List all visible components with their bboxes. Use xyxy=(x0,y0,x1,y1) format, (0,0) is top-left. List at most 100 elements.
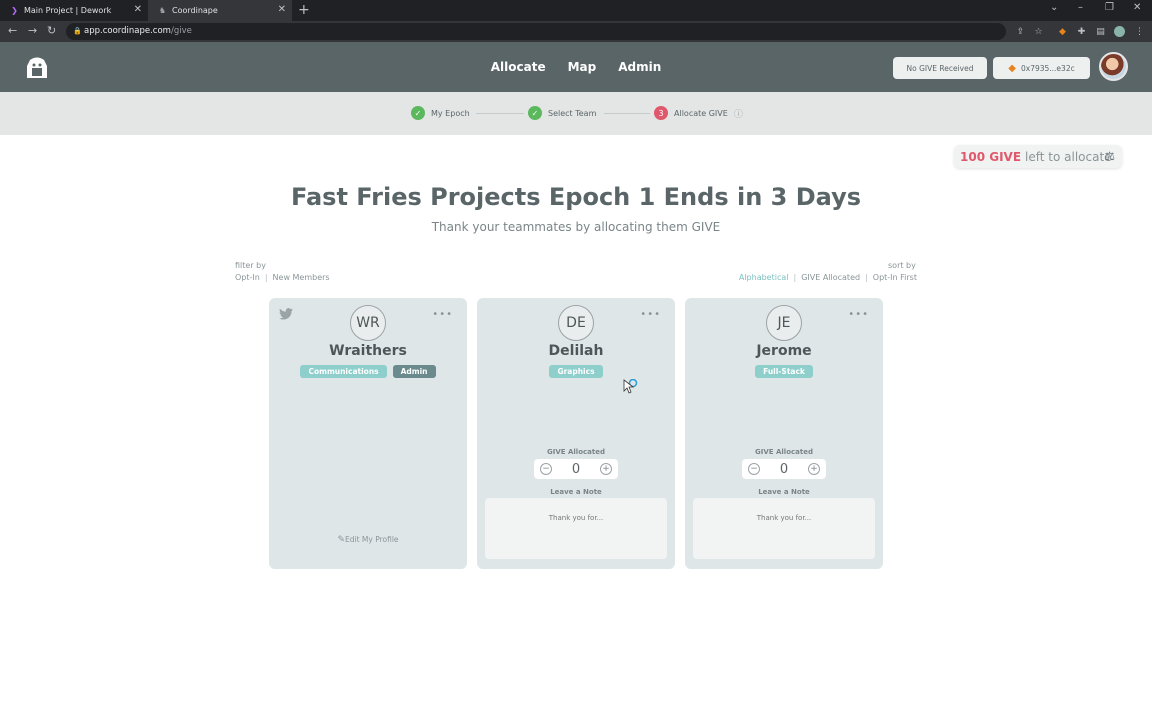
metamask-fox-icon: ◆ xyxy=(1008,62,1016,74)
more-options-icon[interactable]: ••• xyxy=(640,309,661,320)
note-label: Leave a Note xyxy=(758,488,810,496)
url-path: /give xyxy=(170,26,192,36)
edit-icon: ✎ xyxy=(337,535,345,545)
divider: | xyxy=(865,273,868,282)
page-subtitle: Thank your teammates by allocating them … xyxy=(431,220,721,234)
step-number-badge: 3 xyxy=(654,106,668,120)
role-tags: Full-Stack xyxy=(685,365,883,378)
give-remaining-badge: 100 GIVE left to allocate ⚖ xyxy=(954,145,1122,168)
give-value[interactable]: 0 xyxy=(572,462,580,477)
metamask-extension-icon[interactable]: ◆ xyxy=(1057,26,1068,37)
role-tags: Communications Admin xyxy=(269,365,467,378)
edit-profile-label: Edit My Profile xyxy=(345,535,399,544)
give-remaining-amount: 100 GIVE xyxy=(960,149,1022,164)
give-allocated-label: GIVE Allocated xyxy=(755,448,813,456)
step-allocate-give[interactable]: 3 Allocate GIVE ⓘ xyxy=(654,106,743,120)
back-icon[interactable]: ← xyxy=(8,24,17,37)
tab-title: Main Project | Dework xyxy=(24,6,112,15)
avatar: DE xyxy=(558,305,594,341)
give-received-button[interactable]: No GIVE Received xyxy=(893,57,987,79)
check-icon: ✓ xyxy=(411,106,425,120)
more-options-icon[interactable]: ••• xyxy=(432,309,453,320)
twitter-icon[interactable] xyxy=(279,308,293,320)
bookmark-star-icon[interactable]: ☆ xyxy=(1033,26,1044,37)
url-host: app.coordinape.com xyxy=(84,26,171,36)
member-card-delilah: DE ••• Delilah Graphics GIVE Allocated −… xyxy=(477,298,675,569)
app-header: Allocate Map Admin No GIVE Received ◆ 0x… xyxy=(0,42,1152,92)
browser-address-bar: ← → ↻ 🔒 app.coordinape.com/give ⇪ ☆ ◆ ✚ ▤… xyxy=(0,21,1152,42)
give-value[interactable]: 0 xyxy=(780,462,788,477)
step-connector xyxy=(604,113,650,114)
sort-alphabetical[interactable]: Alphabetical xyxy=(739,273,789,282)
dework-icon: ❯ xyxy=(11,6,18,15)
divider: | xyxy=(264,273,268,282)
avatar: WR xyxy=(350,305,386,341)
step-connector xyxy=(476,113,524,114)
restore-icon[interactable]: ❐ xyxy=(1105,2,1114,13)
increment-button[interactable]: + xyxy=(600,463,612,475)
profile-avatar-icon[interactable] xyxy=(1114,26,1125,37)
note-label: Leave a Note xyxy=(550,488,602,496)
share-icon[interactable]: ⇪ xyxy=(1015,26,1026,37)
note-input[interactable] xyxy=(693,498,875,559)
member-name: Delilah xyxy=(548,343,604,359)
step-label: My Epoch xyxy=(431,108,470,118)
tab-search-icon[interactable]: ⌄ xyxy=(1050,2,1058,13)
sort-options: Alphabetical | GIVE Allocated | Opt-In F… xyxy=(739,273,917,282)
tag-admin: Admin xyxy=(392,365,436,378)
browser-tab-coordinape[interactable]: ♞ Coordinape ✕ xyxy=(148,0,292,21)
increment-button[interactable]: + xyxy=(808,463,820,475)
nav-admin[interactable]: Admin xyxy=(618,60,661,74)
nav-allocate[interactable]: Allocate xyxy=(491,60,546,74)
more-options-icon[interactable]: ••• xyxy=(848,309,869,320)
check-icon: ✓ xyxy=(528,106,542,120)
member-name: Wraithers xyxy=(329,343,407,359)
step-my-epoch[interactable]: ✓ My Epoch xyxy=(411,106,470,120)
divider: | xyxy=(793,273,797,282)
give-allocated-label: GIVE Allocated xyxy=(547,448,605,456)
filter-label: filter by xyxy=(235,261,266,270)
reload-icon[interactable]: ↻ xyxy=(47,24,56,37)
mouse-cursor-icon xyxy=(623,379,638,394)
sort-give-allocated[interactable]: GIVE Allocated xyxy=(801,273,860,282)
tag-communications: Communications xyxy=(300,365,387,378)
balance-scale-icon[interactable]: ⚖ xyxy=(1104,149,1115,163)
filter-opt-in[interactable]: Opt-In xyxy=(235,273,260,282)
browser-tab-dework[interactable]: ❯ Main Project | Dework ✕ xyxy=(0,0,148,21)
nav-map[interactable]: Map xyxy=(568,60,597,74)
give-stepper: − 0 + xyxy=(742,459,826,479)
member-card-wraithers: WR ••• Wraithers Communications Admin ✎E… xyxy=(269,298,467,569)
close-tab-icon[interactable]: ✕ xyxy=(134,4,142,15)
close-window-icon[interactable]: ✕ xyxy=(1133,2,1141,13)
close-tab-icon[interactable]: ✕ xyxy=(278,4,286,15)
lock-icon: 🔒 xyxy=(73,27,82,35)
step-select-team[interactable]: ✓ Select Team xyxy=(528,106,596,120)
extensions-puzzle-icon[interactable]: ✚ xyxy=(1076,26,1087,37)
decrement-button[interactable]: − xyxy=(748,463,760,475)
info-icon[interactable]: ⓘ xyxy=(734,107,743,120)
sort-label: sort by xyxy=(888,261,916,270)
wallet-address: 0x7935...e32c xyxy=(1020,63,1075,73)
tag-full-stack: Full-Stack xyxy=(755,365,813,378)
wallet-button[interactable]: ◆ 0x7935...e32c xyxy=(993,57,1090,79)
give-remaining-text: left to allocate xyxy=(1025,149,1112,164)
role-tags: Graphics xyxy=(477,365,675,378)
new-tab-icon[interactable]: + xyxy=(298,2,310,18)
browser-tab-bar: ❯ Main Project | Dework ✕ ♞ Coordinape ✕… xyxy=(0,0,1152,21)
browser-menu-icon[interactable]: ⋮ xyxy=(1134,26,1145,37)
avatar: JE xyxy=(766,305,802,341)
url-field[interactable]: 🔒 app.coordinape.com/give xyxy=(66,23,1006,40)
tab-title: Coordinape xyxy=(172,6,218,15)
sort-opt-in-first[interactable]: Opt-In First xyxy=(873,273,917,282)
note-input[interactable] xyxy=(485,498,667,559)
sidebar-icon[interactable]: ▤ xyxy=(1095,26,1106,37)
step-label: Allocate GIVE xyxy=(674,108,728,118)
edit-profile-link[interactable]: ✎Edit My Profile xyxy=(269,535,467,545)
decrement-button[interactable]: − xyxy=(540,463,552,475)
page-title: Fast Fries Projects Epoch 1 Ends in 3 Da… xyxy=(290,183,861,211)
forward-icon[interactable]: → xyxy=(28,24,37,37)
user-avatar[interactable] xyxy=(1099,52,1128,81)
minimize-icon[interactable]: – xyxy=(1078,2,1083,13)
filter-new-members[interactable]: New Members xyxy=(273,273,330,282)
tag-graphics: Graphics xyxy=(549,365,603,378)
